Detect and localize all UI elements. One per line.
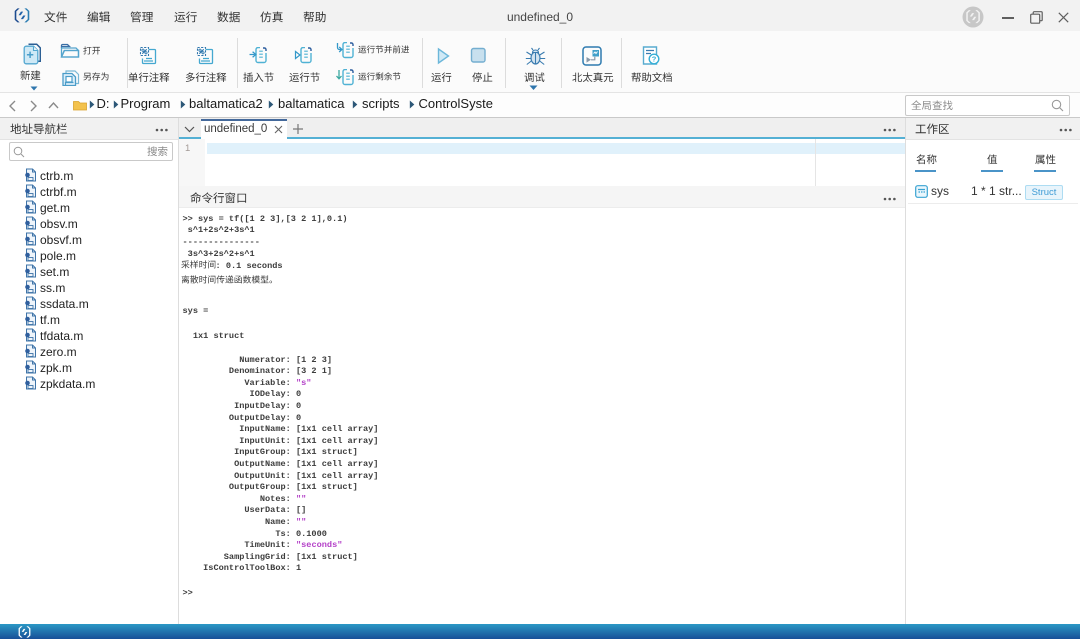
svg-text:?: ? <box>652 55 657 64</box>
